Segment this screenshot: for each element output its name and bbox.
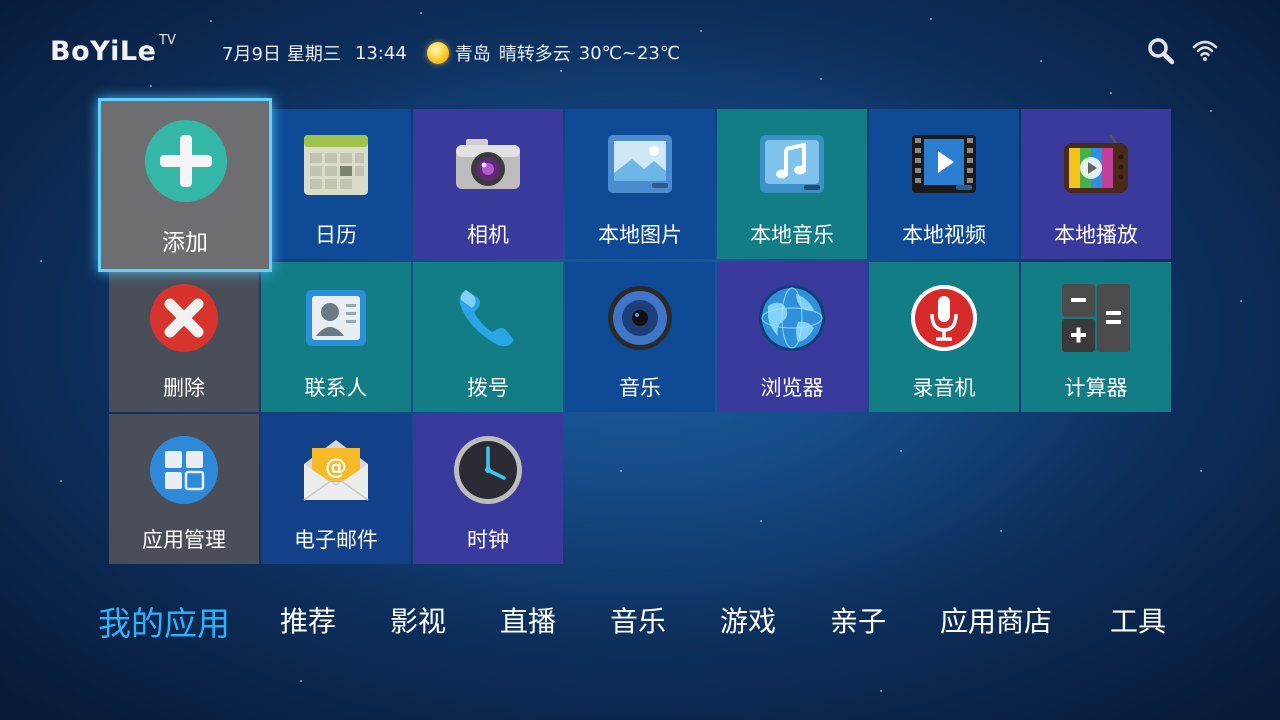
nav-my-apps[interactable]: 我的应用 <box>98 597 230 645</box>
tile-label: 音乐 <box>619 376 661 400</box>
tile-camera[interactable]: 相机 <box>413 109 563 259</box>
camera-icon <box>456 139 520 189</box>
tile-music[interactable]: 音乐 <box>565 262 715 412</box>
tile-label: 添加 <box>162 230 208 256</box>
tile-browser[interactable]: 浏览器 <box>717 262 867 412</box>
tile-contacts[interactable]: 联系人 <box>261 262 411 412</box>
weekday-text: 星期三 <box>286 44 341 65</box>
category-nav: 我的应用 推荐 影视 直播 音乐 游戏 亲子 应用商店 工具 <box>0 600 1280 644</box>
tile-label: 拨号 <box>467 376 509 400</box>
tile-email[interactable]: @ 电子邮件 <box>261 414 411 564</box>
speaker-icon <box>608 286 672 350</box>
tile-label: 本地图片 <box>598 223 682 247</box>
app-manager-icon <box>150 436 218 504</box>
tile-label: 应用管理 <box>142 528 226 552</box>
microphone-icon <box>911 285 977 351</box>
tile-local-video[interactable]: 本地视频 <box>869 109 1019 259</box>
globe-icon <box>759 285 825 351</box>
tile-label: 删除 <box>163 376 205 400</box>
tile-label: 相机 <box>467 223 509 247</box>
tile-label: 电子邮件 <box>294 528 378 552</box>
tile-label: 日历 <box>315 223 357 247</box>
local-pictures-icon <box>608 135 672 193</box>
tile-calculator[interactable]: 计算器 <box>1021 262 1171 412</box>
nav-games[interactable]: 游戏 <box>720 600 776 640</box>
tile-phone[interactable]: 拨号 <box>413 262 563 412</box>
nav-music[interactable]: 音乐 <box>610 600 666 640</box>
tile-add[interactable]: 添加 <box>98 98 272 272</box>
nav-tools[interactable]: 工具 <box>1110 600 1166 640</box>
search-icon[interactable] <box>1147 37 1175 65</box>
brand-logo: BoYiLe <box>50 36 157 67</box>
tile-local-music[interactable]: 本地音乐 <box>717 109 867 259</box>
wifi-icon <box>1192 40 1218 61</box>
brand-logo-tv: TV <box>159 33 176 48</box>
tile-app-manager[interactable]: 应用管理 <box>109 414 259 564</box>
svg-text:@: @ <box>325 455 347 480</box>
nav-recommend[interactable]: 推荐 <box>280 600 336 640</box>
tile-label: 浏览器 <box>760 376 824 400</box>
temperature-text: 30℃~23℃ <box>578 42 681 64</box>
tile-label: 计算器 <box>1064 376 1128 400</box>
tile-local-play[interactable]: 本地播放 <box>1021 109 1171 259</box>
tile-label: 时钟 <box>467 528 509 552</box>
calculator-icon <box>1062 284 1130 352</box>
nav-app-store[interactable]: 应用商店 <box>940 600 1052 640</box>
local-play-icon <box>1064 134 1128 193</box>
local-music-icon <box>760 135 824 193</box>
tile-label: 本地播放 <box>1054 223 1138 247</box>
tile-label: 本地音乐 <box>750 223 834 247</box>
tile-local-pictures[interactable]: 本地图片 <box>565 109 715 259</box>
tile-clock[interactable]: 时钟 <box>413 414 563 564</box>
contacts-icon <box>306 290 366 346</box>
city-text: 青岛 <box>454 44 491 65</box>
tile-label: 录音机 <box>912 376 976 400</box>
add-icon <box>145 120 227 202</box>
sunny-icon <box>426 42 449 64</box>
tile-calendar[interactable]: 日历 <box>261 109 411 259</box>
time-text: 13:44 <box>354 42 407 64</box>
phone-icon <box>459 290 514 347</box>
local-video-icon <box>912 135 976 193</box>
tile-label: 本地视频 <box>902 223 986 247</box>
nav-movies[interactable]: 影视 <box>390 600 446 640</box>
tile-delete[interactable]: 删除 <box>109 262 259 412</box>
calendar-icon <box>304 135 368 195</box>
tile-recorder[interactable]: 录音机 <box>869 262 1019 412</box>
email-icon: @ <box>303 440 369 501</box>
clock-icon <box>454 436 522 504</box>
nav-live[interactable]: 直播 <box>500 600 556 640</box>
tile-label: 联系人 <box>304 376 368 400</box>
weather-text: 晴转多云 <box>498 44 571 65</box>
delete-icon <box>150 284 218 352</box>
status-bar: 7月9日 星期三 13:44 青岛 晴转多云 30℃~23℃ <box>222 40 680 66</box>
date-text: 7月9日 <box>222 44 281 65</box>
nav-kids[interactable]: 亲子 <box>830 600 886 640</box>
